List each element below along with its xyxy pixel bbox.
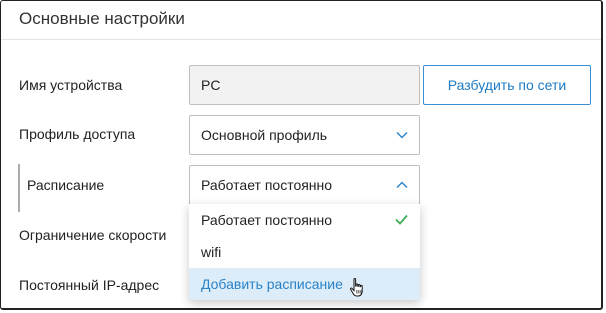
chevron-down-icon: [396, 132, 408, 139]
schedule-option-always[interactable]: Работает постоянно: [189, 204, 420, 236]
wake-on-lan-button[interactable]: Разбудить по сети: [423, 65, 591, 105]
option-label: wifi: [201, 244, 222, 260]
schedule-label: Расписание: [27, 177, 105, 193]
panel-header: Основные настройки: [1, 1, 601, 40]
device-name-field[interactable]: PC: [189, 65, 420, 105]
device-name-label: Имя устройства: [19, 77, 123, 93]
option-label: Работает постоянно: [201, 212, 333, 228]
schedule-value: Работает постоянно: [201, 177, 333, 193]
schedule-dropdown-menu: Работает постоянно wifi Добавить расписа…: [189, 204, 420, 300]
hand-pointer-cursor-icon: [350, 278, 363, 297]
schedule-select[interactable]: Работает постоянно: [189, 165, 420, 205]
schedule-option-wifi[interactable]: wifi: [189, 236, 420, 268]
panel-title: Основные настройки: [19, 9, 185, 28]
access-profile-label: Профиль доступа: [19, 126, 136, 142]
settings-panel: Основные настройки Имя устройства PC Раз…: [0, 0, 603, 310]
access-profile-value: Основной профиль: [201, 127, 328, 143]
option-label: Добавить расписание: [201, 276, 343, 292]
chevron-up-icon: [396, 181, 408, 188]
checkmark-icon: [395, 214, 408, 225]
static-ip-label: Постоянный IP-адрес: [19, 277, 160, 293]
schedule-option-add[interactable]: Добавить расписание: [189, 268, 420, 300]
device-name-value: PC: [201, 77, 221, 93]
access-profile-select[interactable]: Основной профиль: [189, 115, 420, 155]
focus-indicator: [18, 164, 20, 212]
speed-limit-label: Ограничение скорости: [19, 227, 167, 243]
